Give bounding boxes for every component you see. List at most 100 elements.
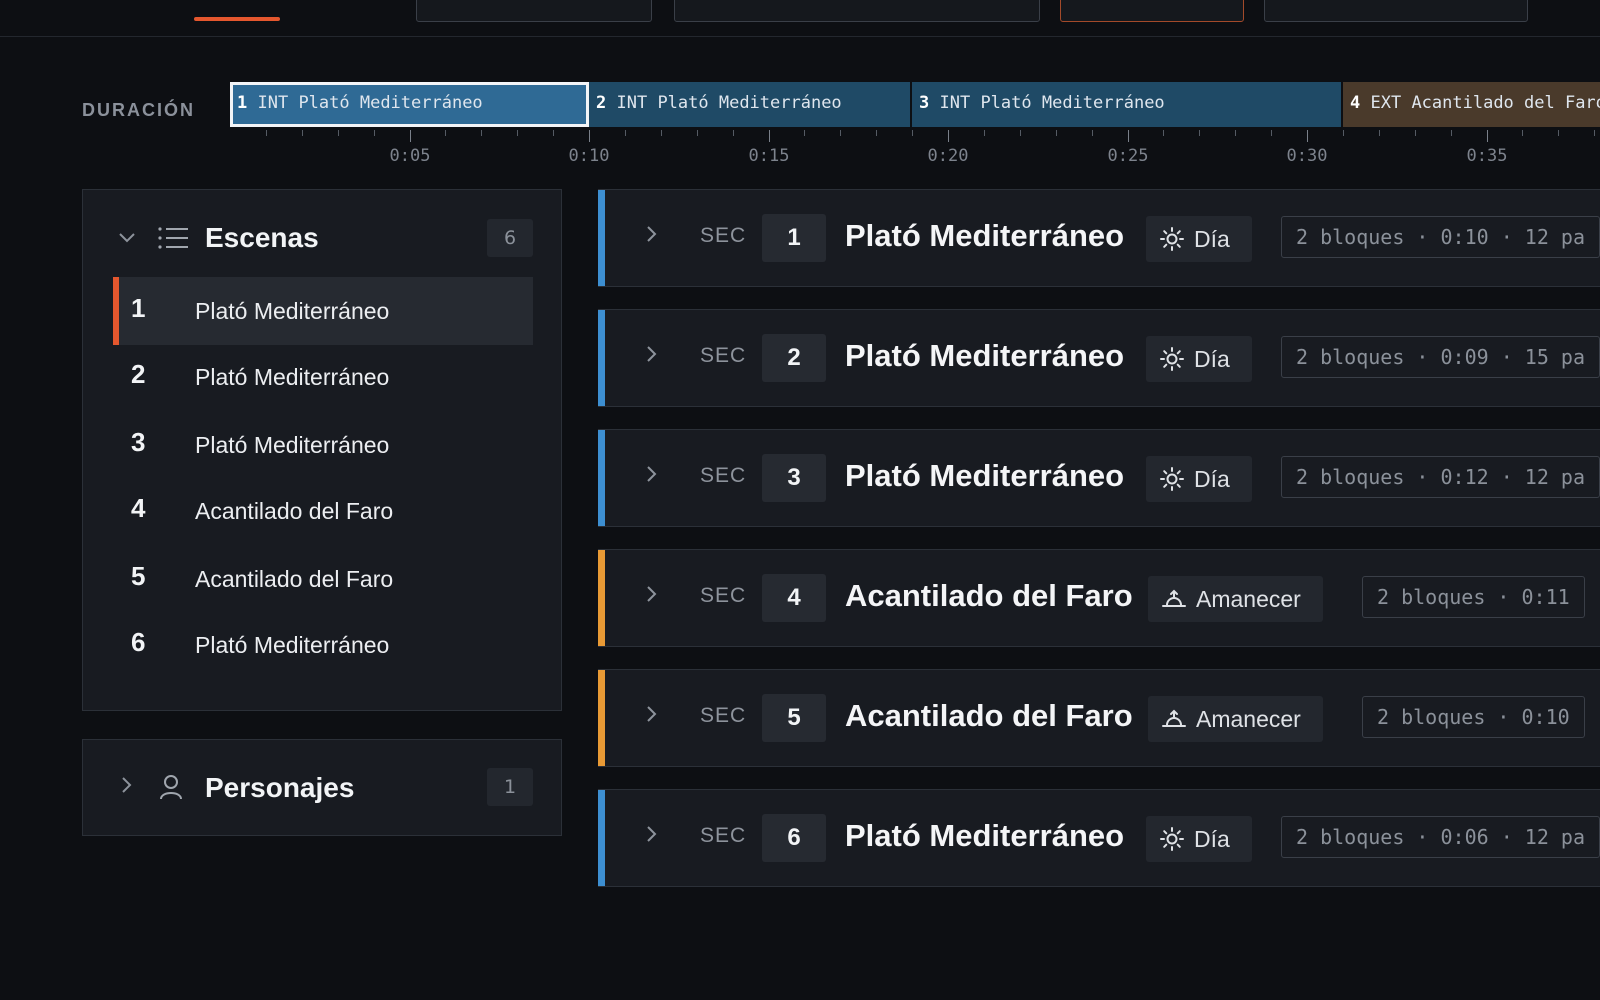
sun-icon <box>1160 467 1184 491</box>
minor-tick <box>1235 130 1236 136</box>
scene-number: 1 <box>131 293 146 323</box>
chevron-right-icon[interactable] <box>644 583 658 611</box>
scenes-panel-header[interactable]: Escenas 6 <box>83 190 561 286</box>
sequence-title: Plató Mediterráneo <box>845 338 1125 373</box>
sequence-row-3[interactable]: SEC 3 Plató Mediterráneo Día 2 bloques · 0:1… <box>598 429 1600 527</box>
top-toolbar <box>0 0 1600 37</box>
chevron-right-icon[interactable] <box>644 463 658 491</box>
tick-label: 0:35 <box>1466 146 1508 166</box>
sequence-label: SEC <box>700 704 747 727</box>
scene-item-5[interactable]: 5 Acantilado del Faro <box>113 545 533 613</box>
toolbar-button-1[interactable] <box>416 0 652 22</box>
timeline-segment-1[interactable]: 1 INT Plató Mediterráneo <box>230 82 589 127</box>
chevron-right-icon[interactable] <box>644 223 658 251</box>
minor-tick <box>912 130 913 136</box>
active-tab-indicator <box>194 17 280 21</box>
scene-item-4[interactable]: 4 Acantilado del Faro <box>113 477 533 545</box>
sequence-label: SEC <box>700 224 747 247</box>
timeline-ruler: 0:05 0:10 0:15 0:20 0:25 0:30 0:35 <box>230 130 1600 170</box>
major-tick <box>948 130 949 142</box>
tick-label: 0:20 <box>927 146 969 166</box>
toolbar-button-2[interactable] <box>674 0 1040 22</box>
chevron-right-icon[interactable] <box>644 823 658 851</box>
minor-tick <box>517 130 518 136</box>
chevron-down-icon[interactable] <box>117 226 137 250</box>
segment-label: INT Plató Mediterráneo <box>939 93 1165 113</box>
sunrise-icon <box>1162 709 1186 729</box>
tick-label: 0:05 <box>389 146 431 166</box>
timeline-segment-4[interactable]: 4 EXT Acantilado del Faro <box>1343 82 1600 127</box>
minor-tick <box>1092 130 1093 136</box>
minor-tick <box>1415 130 1416 136</box>
time-of-day-label: Día <box>1194 825 1230 852</box>
sequence-title: Plató Mediterráneo <box>845 818 1125 853</box>
sequence-meta: 2 bloques · 0:11 <box>1362 576 1585 618</box>
scene-item-3[interactable]: 3 Plató Mediterráneo <box>113 411 533 479</box>
sequence-row-1[interactable]: SEC 1 Plató Mediterráneo Día 2 bloques · 0:1… <box>598 189 1600 287</box>
characters-panel[interactable]: Personajes 1 <box>82 739 562 836</box>
time-of-day-badge: Día <box>1146 216 1252 262</box>
minor-tick <box>1379 130 1380 136</box>
scene-number: 6 <box>131 627 146 657</box>
sun-icon <box>1160 827 1184 851</box>
time-of-day-label: Día <box>1194 225 1230 252</box>
chevron-right-icon[interactable] <box>644 343 658 371</box>
sequence-number: 2 <box>762 334 826 382</box>
row-accent-bar <box>598 430 605 526</box>
scene-item-6[interactable]: 6 Plató Mediterráneo <box>113 611 533 679</box>
major-tick <box>410 130 411 142</box>
list-icon <box>157 226 189 254</box>
time-of-day-badge: Amanecer <box>1148 576 1323 622</box>
sequence-title: Acantilado del Faro <box>845 578 1133 613</box>
sequence-row-2[interactable]: SEC 2 Plató Mediterráneo Día 2 bloques · 0:0… <box>598 309 1600 407</box>
minor-tick <box>876 130 877 136</box>
major-tick <box>769 130 770 142</box>
scene-item-2[interactable]: 2 Plató Mediterráneo <box>113 343 533 411</box>
scene-name: Plató Mediterráneo <box>195 632 390 658</box>
chevron-right-icon[interactable] <box>644 703 658 731</box>
row-accent-bar <box>598 670 605 766</box>
duration-label: DURACIÓN <box>82 100 195 120</box>
minor-tick <box>266 130 267 136</box>
minor-tick <box>1343 130 1344 136</box>
scene-name: Acantilado del Faro <box>195 498 394 524</box>
sequence-title: Plató Mediterráneo <box>845 218 1125 253</box>
scene-item-1[interactable]: 1 Plató Mediterráneo <box>113 277 533 345</box>
sequence-row-6[interactable]: SEC 6 Plató Mediterráneo Día 2 bloques · 0:0… <box>598 789 1600 887</box>
sequence-number: 3 <box>762 454 826 502</box>
toolbar-button-3[interactable] <box>1060 0 1244 22</box>
segment-number: 1 <box>237 93 248 113</box>
minor-tick <box>1522 130 1523 136</box>
minor-tick <box>984 130 985 136</box>
minor-tick <box>1558 130 1559 136</box>
sequence-label: SEC <box>700 344 747 367</box>
row-accent-bar <box>598 310 605 406</box>
sequence-row-4[interactable]: SEC 4 Acantilado del Faro Amanecer 2 bloques… <box>598 549 1600 647</box>
sequence-meta: 2 bloques · 0:10 · 12 pa <box>1281 216 1600 258</box>
sequence-number: 1 <box>762 214 826 262</box>
duration-strip: 1 INT Plató Mediterráneo 2 INT Plató Medi… <box>230 82 1600 127</box>
minor-tick <box>733 130 734 136</box>
row-accent-bar <box>598 190 605 286</box>
scene-name: Plató Mediterráneo <box>195 432 390 458</box>
scene-name: Acantilado del Faro <box>195 566 394 592</box>
tick-label: 0:25 <box>1107 146 1149 166</box>
tick-label: 0:15 <box>748 146 790 166</box>
time-of-day-badge: Día <box>1146 336 1252 382</box>
person-icon <box>159 774 183 804</box>
characters-count-badge: 1 <box>487 768 533 806</box>
major-tick <box>1307 130 1308 142</box>
timeline-segment-3[interactable]: 3 INT Plató Mediterráneo <box>912 82 1343 127</box>
timeline-segment-2[interactable]: 2 INT Plató Mediterráneo <box>589 82 912 127</box>
minor-tick <box>1020 130 1021 136</box>
chevron-right-icon[interactable] <box>119 775 133 800</box>
minor-tick <box>1056 130 1057 136</box>
sequence-row-5[interactable]: SEC 5 Acantilado del Faro Amanecer 2 bloques… <box>598 669 1600 767</box>
minor-tick <box>661 130 662 136</box>
sequence-title: Plató Mediterráneo <box>845 458 1125 493</box>
segment-label: EXT Acantilado del Faro <box>1370 93 1600 113</box>
scene-number: 5 <box>131 561 146 591</box>
scene-name: Plató Mediterráneo <box>195 298 390 324</box>
minor-tick <box>804 130 805 136</box>
toolbar-button-4[interactable] <box>1264 0 1528 22</box>
